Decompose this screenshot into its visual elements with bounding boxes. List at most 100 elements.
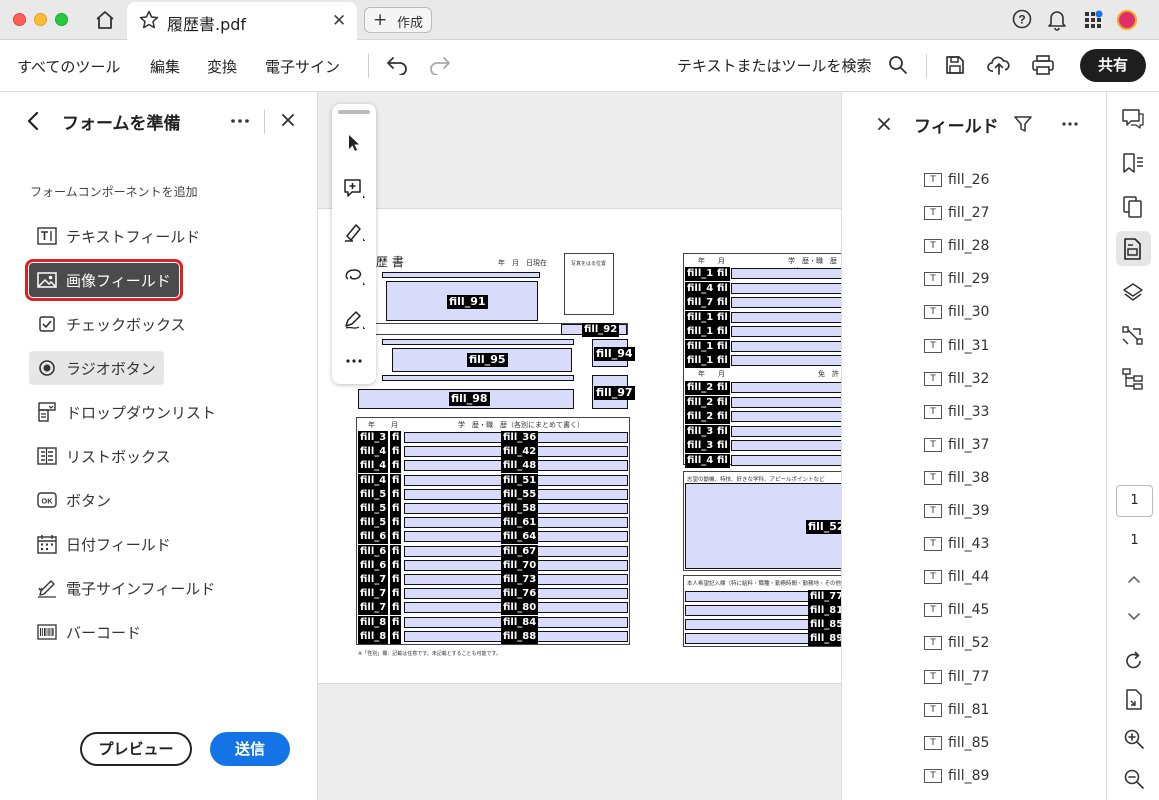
component-radio-button[interactable]: ラジオボタン: [29, 351, 164, 385]
lasso-draw-icon[interactable]: [343, 265, 367, 287]
zoom-in-icon[interactable]: [1123, 728, 1145, 750]
history-field[interactable]: fill_80: [404, 601, 628, 616]
field-list-item[interactable]: Tfill_29: [924, 269, 989, 289]
current-page-input[interactable]: 1: [1116, 485, 1153, 517]
field-list-item[interactable]: Tfill_44: [924, 567, 989, 587]
field-list-item[interactable]: Tfill_77: [924, 667, 989, 687]
field-list-item[interactable]: Tfill_85: [924, 733, 989, 753]
component-checkbox[interactable]: チェックボックス: [29, 307, 194, 341]
menu-edit[interactable]: 編集: [150, 56, 180, 77]
bell-icon[interactable]: [1047, 9, 1067, 31]
save-icon[interactable]: [945, 55, 965, 75]
pointer-icon[interactable]: [347, 134, 361, 152]
search-icon[interactable]: [888, 55, 908, 75]
license-field[interactable]: [731, 440, 841, 451]
history-field[interactable]: fill_55: [404, 487, 628, 502]
field-list-item[interactable]: Tfill_31: [924, 336, 989, 356]
right-history-field[interactable]: [731, 297, 841, 308]
history-field[interactable]: fill_48: [404, 459, 628, 474]
request-field[interactable]: fill_85: [685, 618, 841, 632]
menu-convert[interactable]: 変換: [207, 56, 237, 77]
component-dropdown-list[interactable]: ドロップダウンリスト: [29, 395, 224, 429]
avatar[interactable]: [1117, 10, 1137, 30]
cloud-upload-icon[interactable]: [987, 54, 1011, 76]
history-field[interactable]: fill_73: [404, 573, 628, 587]
add-comment-icon[interactable]: [343, 178, 367, 200]
history-field[interactable]: fill_70: [404, 558, 628, 573]
history-field[interactable]: fill_61: [404, 516, 628, 531]
close-icon[interactable]: [282, 114, 294, 126]
history-field[interactable]: fill_64: [404, 530, 628, 545]
license-field[interactable]: [731, 411, 841, 422]
zoom-out-icon[interactable]: [1123, 768, 1145, 790]
tags-tree-icon[interactable]: [1121, 368, 1145, 390]
component-date-field[interactable]: 日付フィールド: [29, 527, 179, 561]
form-field-fill-94[interactable]: fill_94: [592, 339, 635, 367]
create-button[interactable]: + 作成: [364, 7, 432, 33]
history-field[interactable]: fill_58: [404, 502, 628, 516]
field-list-item[interactable]: Tfill_37: [924, 435, 989, 455]
back-chevron-icon[interactable]: [26, 111, 40, 131]
close-tab-icon[interactable]: ✕: [332, 11, 346, 31]
license-field[interactable]: [731, 454, 841, 466]
document-canvas[interactable]: 歴 書 年 月 日現在 写真をはる位置 fill_91 fill_92 fill…: [318, 92, 841, 800]
request-field[interactable]: fill_89: [685, 632, 841, 646]
reading-order-icon[interactable]: [1121, 325, 1145, 347]
share-button[interactable]: 共有: [1080, 49, 1146, 82]
license-field[interactable]: [731, 382, 841, 393]
pages-icon[interactable]: [1121, 196, 1145, 218]
history-field[interactable]: fill_42: [404, 445, 628, 460]
form-field-fill-52[interactable]: fill_52: [685, 483, 841, 569]
drag-handle[interactable]: [338, 110, 370, 114]
component-list-box[interactable]: リストボックス: [29, 439, 179, 473]
rotate-icon[interactable]: [1123, 650, 1145, 672]
comment-icon[interactable]: [1121, 108, 1145, 130]
component-text-field[interactable]: テキストフィールド: [29, 219, 208, 253]
form-field-fill-97[interactable]: fill_97: [592, 375, 635, 409]
history-field[interactable]: fill_76: [404, 587, 628, 602]
menu-all-tools[interactable]: すべてのツール: [17, 56, 120, 77]
component-barcode[interactable]: バーコード: [29, 615, 149, 649]
field-list-item[interactable]: Tfill_89: [924, 766, 989, 786]
chevron-up-icon[interactable]: [1127, 574, 1141, 584]
field-list-item[interactable]: Tfill_27: [924, 203, 989, 223]
redo-icon[interactable]: [428, 55, 452, 75]
home-icon[interactable]: [94, 10, 116, 30]
highlighter-icon[interactable]: [343, 221, 367, 243]
field-list-item[interactable]: Tfill_43: [924, 534, 989, 554]
more-tools-icon[interactable]: [345, 358, 363, 364]
bookmark-icon[interactable]: [1121, 152, 1145, 174]
form-field-fill-98[interactable]: fill_98: [358, 389, 574, 409]
component-image-field[interactable]: 画像フィールド: [25, 259, 183, 301]
form-field[interactable]: [382, 375, 574, 381]
form-field[interactable]: [382, 339, 574, 345]
component-signature-field[interactable]: 電子サインフィールド: [29, 571, 223, 605]
right-history-field[interactable]: [731, 282, 841, 294]
form-fields-icon[interactable]: [1121, 238, 1145, 260]
field-list-item[interactable]: Tfill_39: [924, 501, 989, 521]
field-list-item[interactable]: Tfill_52: [924, 633, 989, 653]
field-list-item[interactable]: Tfill_26: [924, 170, 989, 190]
extract-page-icon[interactable]: [1123, 689, 1145, 711]
filter-icon[interactable]: [1014, 115, 1032, 133]
form-field-fill-95[interactable]: fill_95: [392, 348, 572, 372]
right-history-field[interactable]: [731, 311, 841, 323]
field-list-item[interactable]: Tfill_28: [924, 236, 989, 256]
search-label[interactable]: テキストまたはツールを検索: [677, 55, 872, 76]
more-options-icon[interactable]: [230, 118, 250, 124]
component-button[interactable]: OK ボタン: [29, 483, 119, 517]
license-field[interactable]: [731, 425, 841, 437]
help-icon[interactable]: ?: [1012, 9, 1032, 29]
field-list-item[interactable]: Tfill_45: [924, 600, 989, 620]
star-icon[interactable]: [139, 10, 159, 30]
apps-grid-icon[interactable]: [1084, 9, 1104, 29]
history-field[interactable]: fill_51: [404, 473, 628, 488]
history-field[interactable]: fill_36: [404, 431, 628, 445]
field-list-item[interactable]: Tfill_33: [924, 402, 989, 422]
request-field[interactable]: fill_81: [685, 604, 841, 618]
preview-button[interactable]: プレビュー: [80, 732, 192, 766]
history-field[interactable]: fill_67: [404, 544, 628, 559]
license-field[interactable]: [731, 396, 841, 408]
history-field[interactable]: fill_84: [404, 615, 628, 630]
field-list-item[interactable]: Tfill_32: [924, 369, 989, 389]
